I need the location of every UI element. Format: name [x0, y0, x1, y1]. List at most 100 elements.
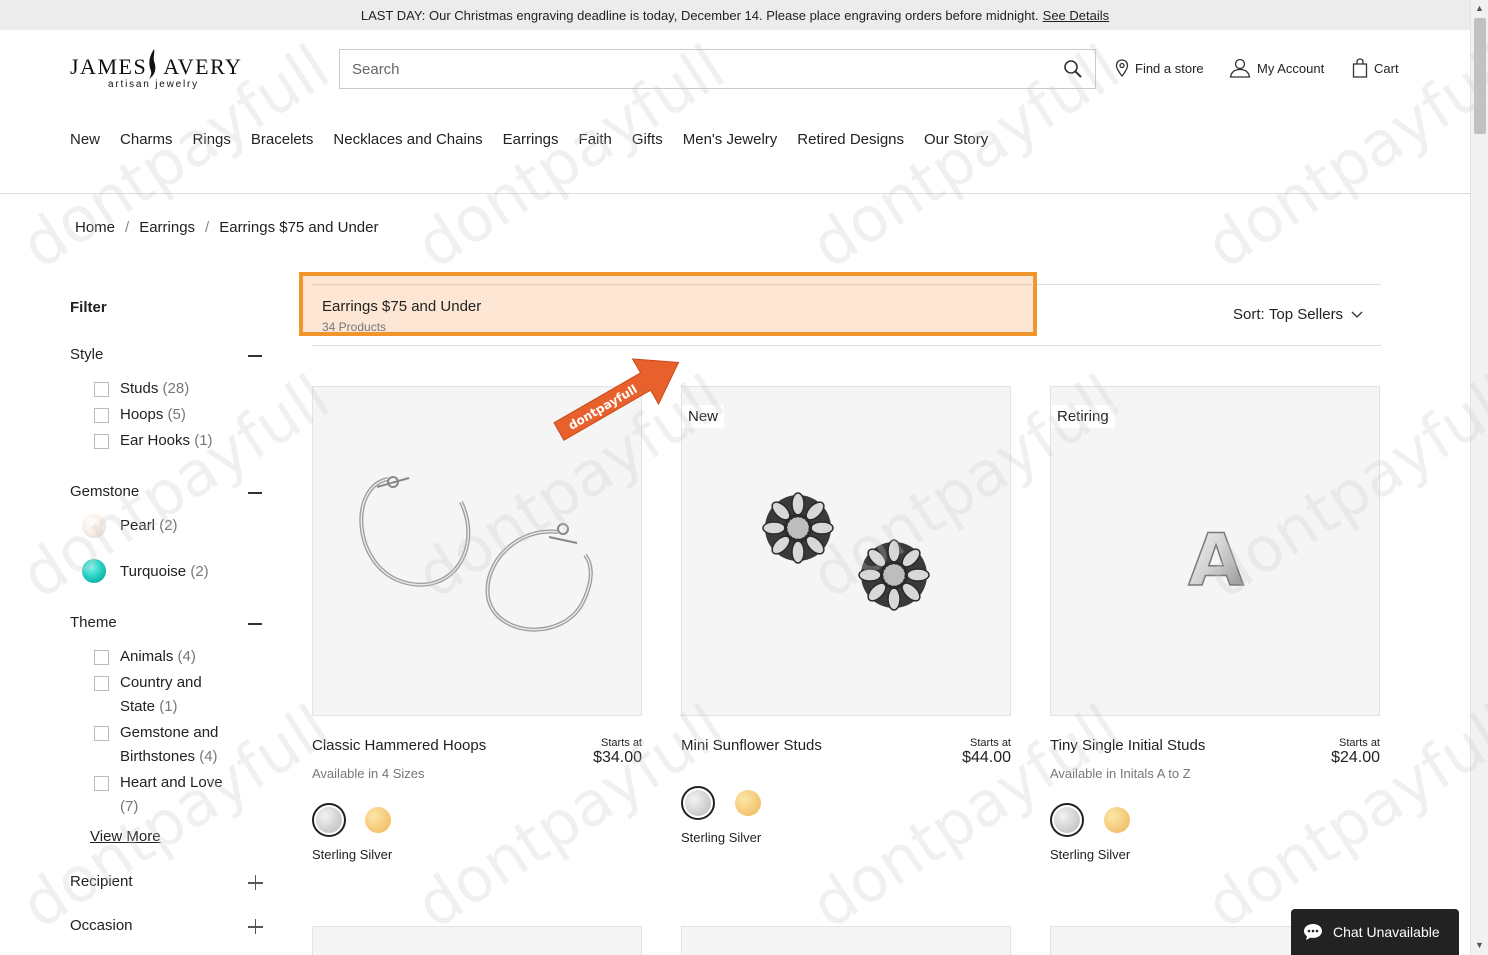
pearl-swatch[interactable] — [82, 514, 106, 538]
checkbox[interactable] — [94, 434, 109, 449]
see-details-link[interactable]: See Details — [1043, 8, 1109, 23]
filter-style-header[interactable]: Style — [70, 346, 264, 363]
listing-bottom-divider — [312, 345, 1381, 346]
product-price: $34.00 — [593, 749, 642, 766]
checkbox[interactable] — [94, 726, 109, 741]
turquoise-swatch[interactable] — [82, 559, 106, 583]
option-label: Animals — [120, 648, 174, 665]
promo-text: LAST DAY: Our Christmas engraving deadli… — [360, 7, 1039, 23]
flame-icon — [149, 49, 156, 79]
product-count: 34 Products — [322, 320, 387, 334]
collapse-icon[interactable] — [248, 355, 262, 357]
sunflower-studs-image — [762, 492, 930, 611]
gold-swatch[interactable] — [1104, 807, 1130, 833]
option-count: (2) — [159, 517, 178, 534]
scroll-up-icon[interactable]: ▲ — [1475, 3, 1484, 13]
option-count: (1) — [194, 432, 213, 449]
cart-link[interactable]: Cart — [1352, 56, 1399, 80]
collapse-icon[interactable] — [248, 623, 262, 625]
search-input[interactable] — [340, 50, 1030, 88]
gold-swatch[interactable] — [735, 790, 761, 816]
gold-swatch[interactable] — [365, 807, 391, 833]
nav-item-our-story[interactable]: Our Story — [924, 131, 988, 148]
silver-swatch[interactable] — [312, 803, 346, 837]
selected-metal: Sterling Silver — [681, 830, 762, 845]
nav-item-mens-jewelry[interactable]: Men's Jewelry — [683, 131, 778, 148]
cart-label: Cart — [1374, 60, 1399, 76]
checkbox[interactable] — [94, 408, 109, 423]
checkbox[interactable] — [94, 676, 109, 691]
selected-metal: Sterling Silver — [312, 847, 393, 862]
filter-recipient-header[interactable]: Recipient — [70, 873, 264, 890]
product-name[interactable]: Mini Sunflower Studs — [681, 737, 822, 754]
product-name[interactable]: Classic Hammered Hoops — [312, 737, 486, 754]
option-label-line1: Country and — [120, 674, 202, 691]
annotation-arrow: dontpayfull — [553, 358, 680, 441]
filter-gemstone-header[interactable]: Gemstone — [70, 483, 264, 500]
silver-swatch[interactable] — [1050, 803, 1084, 837]
product-card[interactable] — [312, 926, 642, 955]
option-count: (5) — [167, 406, 186, 423]
option-label: Ear Hooks — [120, 432, 191, 449]
breadcrumb-earrings[interactable]: Earrings — [139, 219, 195, 236]
user-icon — [1229, 58, 1251, 78]
checkbox[interactable] — [94, 382, 109, 397]
filter-theme-header[interactable]: Theme — [70, 614, 264, 631]
initial-letter: A — [1188, 518, 1244, 602]
filter-theme-label: Theme — [70, 614, 117, 631]
nav-item-faith[interactable]: Faith — [579, 131, 612, 148]
chat-button[interactable]: Chat Unavailable — [1291, 909, 1459, 955]
product-name[interactable]: Tiny Single Initial Studs — [1050, 737, 1205, 754]
scroll-down-icon[interactable]: ▼ — [1475, 940, 1484, 950]
find-store-link[interactable]: Find a store — [1115, 56, 1204, 80]
nav-item-new[interactable]: New — [70, 131, 100, 148]
option-label-line1: Gemstone and — [120, 724, 219, 741]
nav-item-bracelets[interactable]: Bracelets — [251, 131, 314, 148]
brand-name-right: AVERY — [163, 54, 243, 79]
option-count: (2) — [190, 563, 209, 580]
nav-item-charms[interactable]: Charms — [120, 131, 173, 148]
nav-item-gifts[interactable]: Gifts — [632, 131, 663, 148]
product-image[interactable] — [681, 386, 1011, 716]
breadcrumb: Home / Earrings / Earrings $75 and Under — [75, 219, 378, 236]
nav-item-retired-designs[interactable]: Retired Designs — [797, 131, 904, 148]
my-account-label: My Account — [1257, 60, 1325, 76]
search-icon[interactable] — [1063, 59, 1083, 79]
option-count: (4) — [199, 748, 218, 765]
breadcrumb-separator: / — [205, 219, 210, 236]
checkbox[interactable] — [94, 776, 109, 791]
product-card[interactable] — [681, 926, 1011, 955]
option-label-line1: Heart and Love — [120, 774, 223, 791]
nav-item-earrings[interactable]: Earrings — [503, 131, 559, 148]
filter-title: Filter — [70, 299, 107, 316]
filter-occasion-header[interactable]: Occasion — [70, 917, 264, 934]
filter-gemstone-label: Gemstone — [70, 483, 140, 500]
starts-at-label: Starts at — [970, 737, 1011, 749]
filter-style-label: Style — [70, 346, 104, 363]
page-scrollbar[interactable]: ▲ ▼ — [1470, 0, 1488, 955]
location-pin-icon — [1115, 59, 1129, 77]
product-availability: Available in Initals A to Z — [1050, 766, 1191, 781]
product-image[interactable]: A — [1050, 386, 1380, 716]
product-price: $24.00 — [1331, 749, 1380, 766]
silver-swatch[interactable] — [681, 786, 715, 820]
nav-item-rings[interactable]: Rings — [193, 131, 231, 148]
product-price: $44.00 — [962, 749, 1011, 766]
brand-logo[interactable]: JAMES AVERY artisan jewelry — [70, 48, 243, 92]
nav-item-necklaces[interactable]: Necklaces and Chains — [333, 131, 482, 148]
sort-dropdown[interactable]: Sort: Top Sellers — [1233, 306, 1363, 323]
main-nav: New Charms Rings Bracelets Necklaces and… — [70, 131, 1008, 148]
filter-recipient-label: Recipient — [70, 873, 133, 890]
option-label-line2: State — [120, 698, 156, 715]
retiring-badge: Retiring — [1051, 405, 1115, 428]
collapse-icon[interactable] — [248, 492, 262, 494]
option-label-line2: Birthstones — [120, 748, 196, 765]
breadcrumb-home[interactable]: Home — [75, 219, 115, 236]
scroll-thumb[interactable] — [1474, 18, 1486, 134]
breadcrumb-current: Earrings $75 and Under — [219, 219, 379, 236]
find-store-label: Find a store — [1135, 60, 1204, 76]
checkbox[interactable] — [94, 650, 109, 665]
view-more-link[interactable]: View More — [90, 828, 161, 845]
my-account-link[interactable]: My Account — [1229, 56, 1324, 80]
starts-at-label: Starts at — [1339, 737, 1380, 749]
